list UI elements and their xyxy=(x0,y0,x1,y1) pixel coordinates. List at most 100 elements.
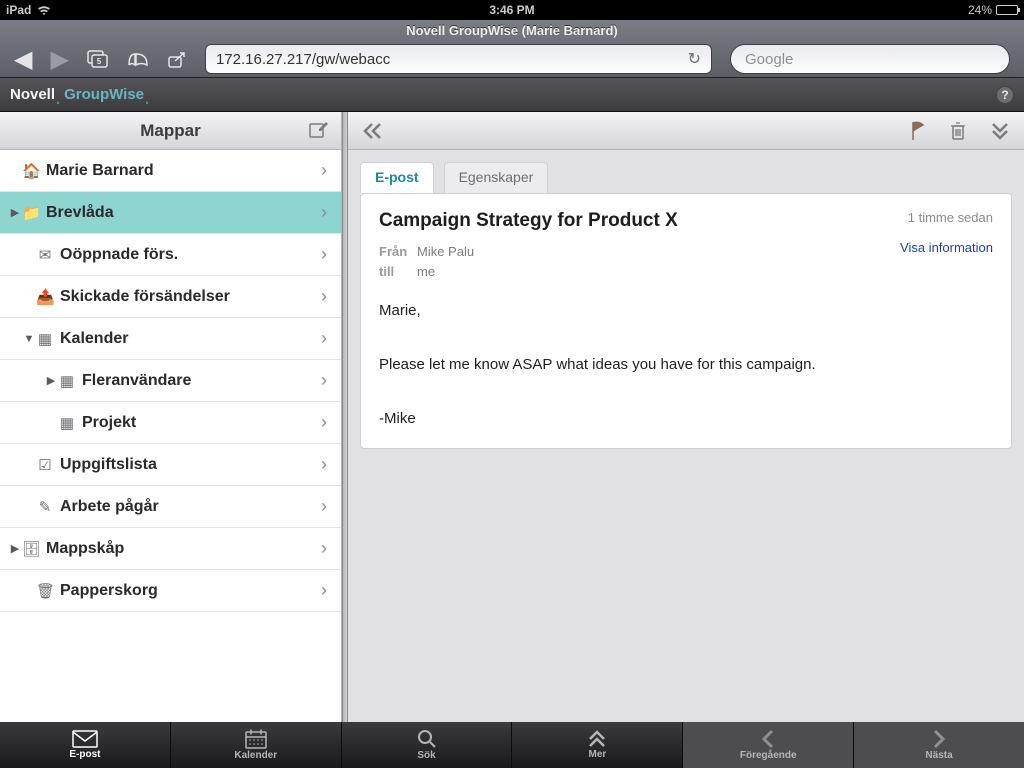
folder-item[interactable]: 🗑 Papperskorg › xyxy=(0,570,341,612)
from-label: Från xyxy=(379,242,411,262)
content-toolbar xyxy=(348,112,1024,150)
app-header: Novell. GroupWise. ? xyxy=(0,78,1024,112)
message-body: Marie, Please let me know ASAP what idea… xyxy=(379,297,993,432)
search-placeholder: Google xyxy=(745,51,793,68)
folder-icon: 🗄 xyxy=(22,540,40,558)
folder-icon: ▦ xyxy=(36,330,54,348)
folder-item[interactable]: ▶🗄 Mappskåp › xyxy=(0,528,341,570)
share-button[interactable] xyxy=(167,50,187,68)
tabbar-search[interactable]: Sök xyxy=(342,722,512,768)
ios-status-bar: iPad 3:46 PM 24% xyxy=(0,0,1024,20)
folder-label: Brevlåda xyxy=(46,204,114,222)
folder-label: Projekt xyxy=(82,414,136,432)
tabbar-more-label: Mer xyxy=(589,749,607,760)
calendar-icon xyxy=(245,729,267,749)
tabbar-more[interactable]: Mer xyxy=(512,722,682,768)
compose-button[interactable] xyxy=(309,120,329,138)
folder-label: Papperskorg xyxy=(60,582,158,600)
disclosure-icon[interactable]: ▶ xyxy=(44,374,58,387)
folder-label: Mappskåp xyxy=(46,540,124,558)
sidebar-header: Mappar xyxy=(0,112,341,150)
tabbar-next-label: Nästa xyxy=(925,750,952,761)
tabbar-prev-label: Föregående xyxy=(740,750,797,761)
folder-icon: 🏠 xyxy=(22,162,40,180)
sidebar: Mappar 🏠Marie Barnard›▶📁Brevlåda›✉Oöppna… xyxy=(0,112,342,722)
help-button[interactable]: ? xyxy=(996,86,1014,104)
to-label: till xyxy=(379,262,411,282)
disclosure-icon[interactable]: ▶ xyxy=(8,542,22,555)
sidebar-title: Mappar xyxy=(140,121,200,141)
battery-icon xyxy=(996,5,1018,15)
folder-label: Arbete pågår xyxy=(60,498,159,516)
folder-item[interactable]: ▶📁Brevlåda› xyxy=(0,192,341,234)
folder-label: Fleranvändare xyxy=(82,372,191,390)
folder-item[interactable]: ▦ Projekt › xyxy=(0,402,341,444)
folder-icon: 🗑 xyxy=(36,582,54,600)
disclosure-icon[interactable]: ▼ xyxy=(22,333,36,345)
disclosure-icon[interactable]: ▶ xyxy=(8,206,22,219)
folder-item[interactable]: 📤 Skickade försändelser › xyxy=(0,276,341,318)
folder-label: Marie Barnard xyxy=(46,162,154,180)
folder-icon: ☑ xyxy=(36,456,54,474)
bookmarks-button[interactable] xyxy=(127,50,149,68)
folder-icon: ✎ xyxy=(36,498,54,516)
folder-item[interactable]: ☑Uppgiftslista› xyxy=(0,444,341,486)
collapse-button[interactable] xyxy=(362,122,384,140)
tab-properties-label: Egenskaper xyxy=(459,169,534,185)
folder-item[interactable]: ✎Arbete pågår› xyxy=(0,486,341,528)
chevron-right-icon: › xyxy=(321,580,327,601)
url-bar[interactable]: 172.16.27.217/gw/webacc ↻ xyxy=(205,44,712,74)
folder-label: Uppgiftslista xyxy=(60,456,157,474)
message-tabs: E-post Egenskaper xyxy=(348,150,1024,193)
folder-icon: 📁 xyxy=(22,204,40,222)
body-line: -Mike xyxy=(379,405,993,432)
folder-icon: 📤 xyxy=(36,288,54,306)
forward-button[interactable]: ▶ xyxy=(50,45,68,74)
tab-email[interactable]: E-post xyxy=(360,162,434,193)
chevron-right-icon xyxy=(932,729,946,749)
tabbar-prev[interactable]: Föregående xyxy=(683,722,853,768)
tabbar-calendar[interactable]: Kalender xyxy=(171,722,341,768)
folder-label: Kalender xyxy=(60,330,128,348)
show-info-link[interactable]: Visa information xyxy=(900,240,993,255)
folder-list: 🏠Marie Barnard›▶📁Brevlåda›✉Oöppnade förs… xyxy=(0,150,341,612)
chevron-right-icon: › xyxy=(321,160,327,181)
pages-button[interactable]: 5 xyxy=(87,50,109,68)
page-title: Novell GroupWise (Marie Barnard) xyxy=(0,20,1024,38)
chevron-right-icon: › xyxy=(321,286,327,307)
brand-groupwise: GroupWise xyxy=(64,86,144,103)
tabbar-search-label: Sök xyxy=(417,750,435,761)
url-text: 172.16.27.217/gw/webacc xyxy=(216,51,688,68)
tab-email-label: E-post xyxy=(375,169,419,185)
chevron-left-icon xyxy=(761,729,775,749)
tab-properties[interactable]: Egenskaper xyxy=(444,162,549,193)
folder-item[interactable]: 🏠 Marie Barnard › xyxy=(0,150,341,192)
message-time: 1 timme sedan xyxy=(908,210,993,225)
clock: 3:46 PM xyxy=(489,3,534,17)
flag-icon[interactable] xyxy=(910,121,926,141)
tabbar-email[interactable]: E-post xyxy=(0,722,170,768)
folder-icon: ✉ xyxy=(36,246,54,264)
folder-label: Skickade försändelser xyxy=(60,288,230,306)
chevron-right-icon: › xyxy=(321,538,327,559)
refresh-icon[interactable]: ↻ xyxy=(688,49,701,69)
folder-item[interactable]: ✉ Oöppnade förs. › xyxy=(0,234,341,276)
search-bar[interactable]: Google xyxy=(730,44,1010,74)
back-button[interactable]: ◀ xyxy=(14,45,32,74)
chevron-right-icon: › xyxy=(321,328,327,349)
from-value: Mike Palu xyxy=(417,242,474,262)
chevron-right-icon: › xyxy=(321,412,327,433)
folder-icon: ▦ xyxy=(58,414,76,432)
chevron-up-double-icon xyxy=(587,730,607,748)
folder-item[interactable]: ▼▦ Kalender › xyxy=(0,318,341,360)
folder-label: Oöppnade förs. xyxy=(60,246,178,264)
tabbar-next[interactable]: Nästa xyxy=(854,722,1024,768)
device-label: iPad xyxy=(6,3,31,17)
expand-down-icon[interactable] xyxy=(990,121,1010,141)
content-pane: E-post Egenskaper Campaign Strategy for … xyxy=(348,112,1024,722)
wifi-icon xyxy=(37,5,51,16)
battery-pct: 24% xyxy=(968,3,992,17)
chevron-right-icon: › xyxy=(321,244,327,265)
trash-icon[interactable] xyxy=(950,121,966,141)
folder-item[interactable]: ▶▦Fleranvändare› xyxy=(0,360,341,402)
